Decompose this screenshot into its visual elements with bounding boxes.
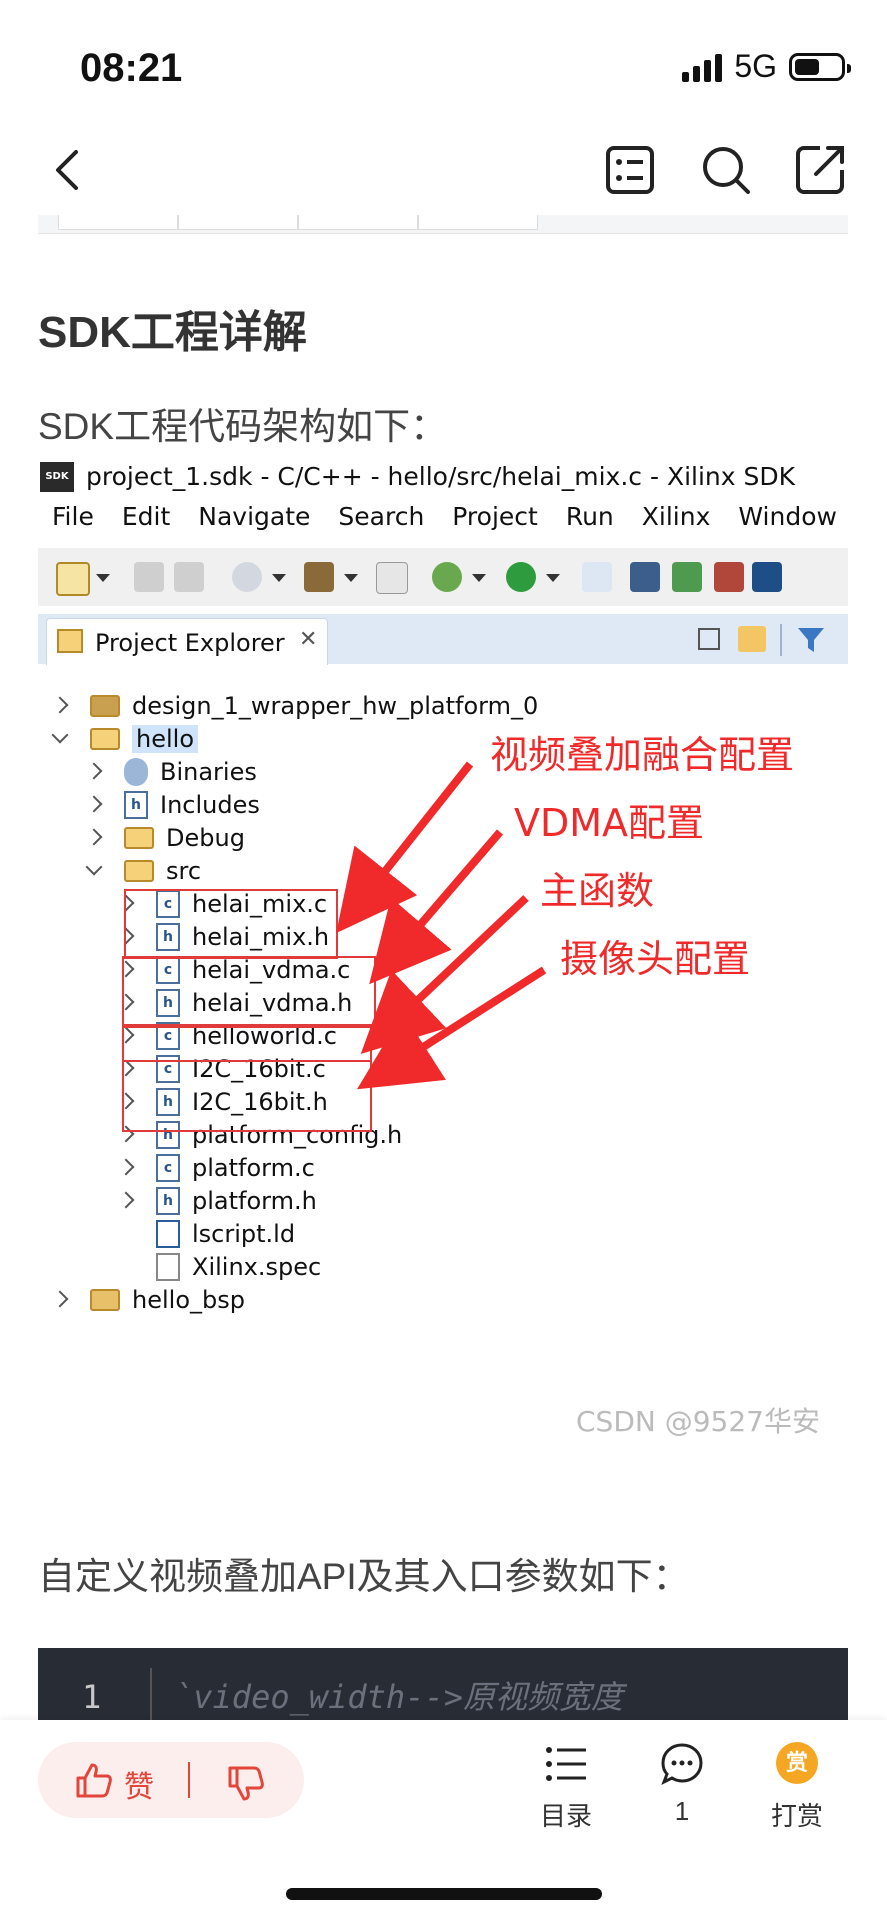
code-line: `video_width-->原视频宽度 [174,1678,623,1716]
status-time: 08:21 [80,46,183,90]
previous-content-strip [38,215,848,234]
ide-screenshot[interactable]: SDK project_1.sdk - C/C++ - hello/src/he… [38,456,848,1456]
menu-search: Search [338,502,425,531]
new-icon [56,562,90,596]
battery-icon [789,52,851,81]
thumbs-up-icon[interactable] [74,1762,114,1800]
ide-window-title: project_1.sdk - C/C++ - hello/src/helai_… [86,462,796,491]
thumbs-down-icon[interactable] [226,1764,266,1802]
xilinx-tool-icon [714,562,744,592]
menu-project: Project [452,502,538,531]
code-gutter-divider [150,1668,152,1720]
dropdown-icon [546,574,560,582]
menu-file: File [52,502,94,531]
annotation-main-function: 主函数 [540,869,655,913]
section-title: SDK工程详解 [38,308,307,357]
annotation-camera-config: 摄像头配置 [560,937,751,981]
debug-icon [432,562,462,592]
binary-icon [376,562,408,594]
program-fpga-icon [672,562,702,592]
reward-label[interactable]: 打赏 [757,1796,837,1833]
save-all-icon [174,562,204,592]
menu-edit: Edit [121,502,171,531]
hammer-icon [304,562,334,592]
toolbar-icon [752,562,782,592]
share-icon[interactable] [790,140,850,200]
home-indicator [286,1888,602,1900]
toc-icon[interactable] [600,140,660,200]
vote-divider [188,1762,190,1798]
run-icon [506,562,536,592]
dropdown-icon [344,574,358,582]
ide-menubar: File Edit Navigate Search Project Run Xi… [38,502,848,546]
code-block[interactable]: 1 `video_width-->原视频宽度 [38,1648,848,1720]
comment-icon[interactable] [660,1742,704,1786]
network-label: 5G [734,48,777,84]
watermark: CSDN @9527华安 [576,1405,820,1438]
annotation-vdma-config: VDMA配置 [514,801,705,845]
terminal-icon [630,562,660,592]
dropdown-icon [272,574,286,582]
menu-navigate: Navigate [198,502,311,531]
reward-icon[interactable]: 赏 [776,1742,818,1784]
toc-label[interactable]: 目录 [526,1796,606,1833]
like-label[interactable]: 赞 [124,1762,154,1806]
list-icon[interactable] [544,1744,588,1784]
status-indicators: 5G [682,48,851,85]
api-intro-text: 自定义视频叠加API及其入口参数如下： [38,1556,690,1597]
build-config-icon [232,562,262,592]
search-icon[interactable] [696,140,756,200]
intro-text: SDK工程代码架构如下： [38,406,448,447]
sdk-logo: SDK [40,462,74,492]
back-icon[interactable] [40,140,100,200]
annotation-mix-config: 视频叠加融合配置 [490,733,795,777]
comment-count[interactable]: 1 [642,1796,722,1827]
dropdown-icon [96,574,110,582]
code-line-number: 1 [82,1678,102,1716]
menu-run: Run [565,502,614,531]
ide-toolbar [38,548,848,606]
dropdown-icon [472,574,486,582]
menu-window: Window [738,502,837,531]
project-explorer: Project Explorer ✕ design_1_wrapper_hw_p… [38,614,848,1456]
menu-xilinx: Xilinx [641,502,711,531]
signal-icon [682,52,723,82]
skip-icon [582,562,612,592]
vote-pill: 赞 [38,1742,304,1818]
save-icon [134,562,164,592]
